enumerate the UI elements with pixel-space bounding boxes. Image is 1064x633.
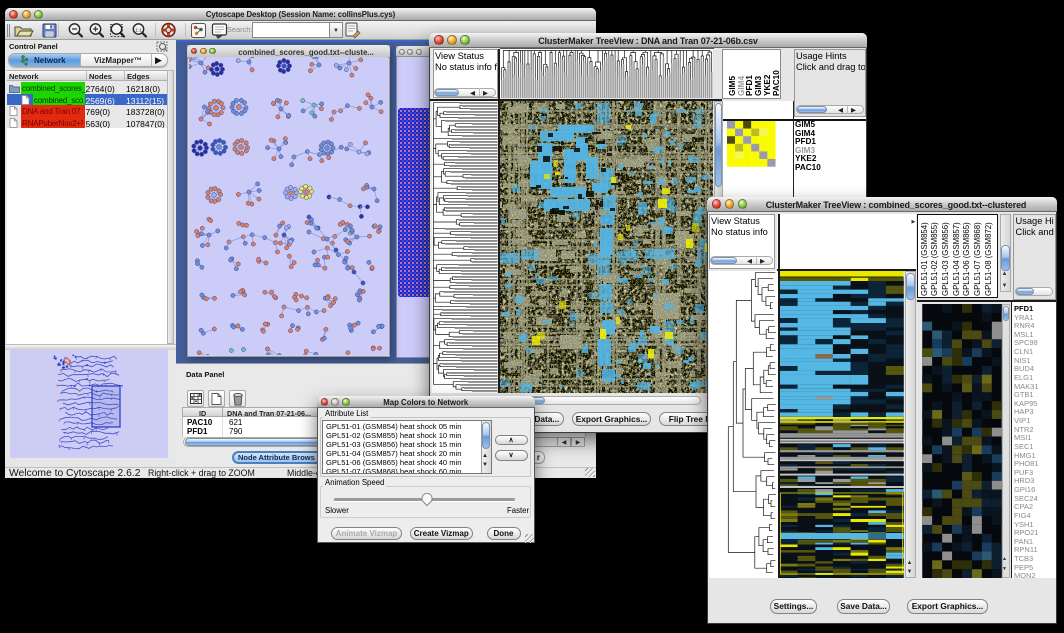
svg-text:1:1: 1:1	[135, 27, 142, 33]
